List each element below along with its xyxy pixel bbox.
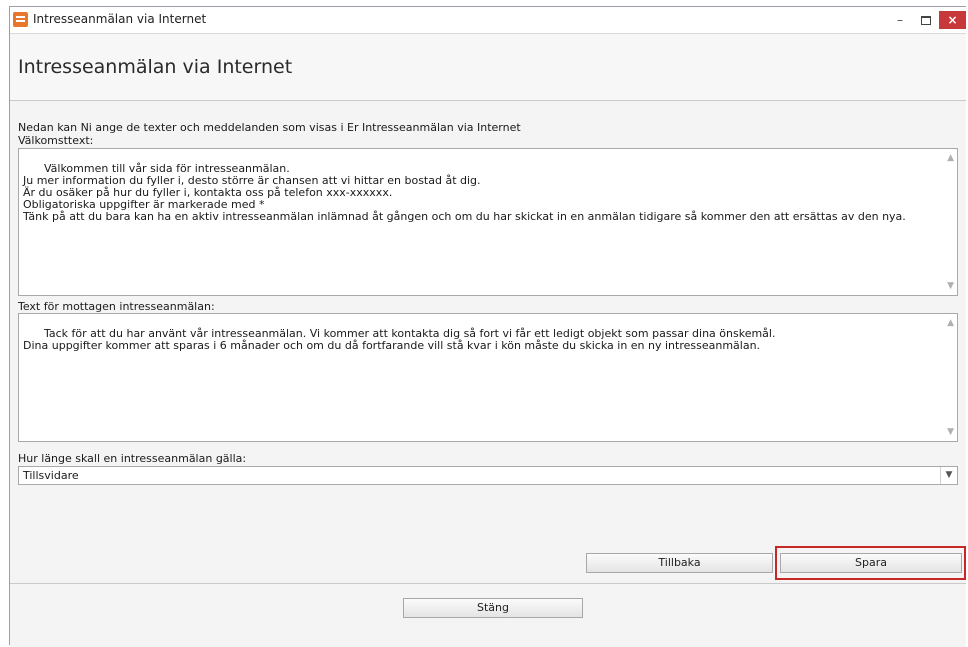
- maximize-button[interactable]: [914, 11, 938, 29]
- scroll-up-icon[interactable]: ▲: [947, 152, 954, 164]
- scroll-down-icon[interactable]: ▼: [947, 280, 954, 292]
- scroll-down-icon[interactable]: ▼: [947, 426, 954, 438]
- app-window: Intresseanmälan via Internet – × Intress…: [9, 6, 966, 647]
- back-button[interactable]: Tillbaka: [586, 553, 773, 573]
- intro-text: Nedan kan Ni ange de texter och meddelan…: [18, 121, 521, 134]
- footer: Stäng: [10, 583, 966, 647]
- welcome-text: Välkommen till vår sida för intresseanmä…: [23, 162, 906, 223]
- received-text: Tack för att du har använt vår intressea…: [23, 327, 776, 352]
- close-button[interactable]: Stäng: [403, 598, 583, 618]
- validity-value: Tillsvidare: [23, 469, 79, 482]
- chevron-down-icon[interactable]: ▼: [940, 467, 957, 484]
- scroll-up-icon[interactable]: ▲: [947, 317, 954, 329]
- validity-label: Hur länge skall en intresseanmälan gälla…: [18, 452, 247, 465]
- maximize-icon: [921, 16, 931, 25]
- welcome-textarea[interactable]: Välkommen till vår sida för intresseanmä…: [18, 148, 958, 296]
- app-icon: [13, 12, 28, 27]
- page-header: Intresseanmälan via Internet: [10, 34, 966, 101]
- received-label: Text för mottagen intresseanmälan:: [18, 300, 215, 313]
- close-window-button[interactable]: ×: [939, 11, 966, 29]
- save-button[interactable]: Spara: [780, 553, 962, 573]
- validity-select[interactable]: Tillsvidare ▼: [18, 466, 958, 485]
- welcome-label: Välkomsttext:: [18, 134, 94, 147]
- minimize-button[interactable]: –: [888, 11, 912, 29]
- form-area: Nedan kan Ni ange de texter och meddelan…: [10, 101, 966, 583]
- title-bar: Intresseanmälan via Internet – ×: [10, 7, 966, 34]
- window-title: Intresseanmälan via Internet: [33, 12, 207, 26]
- received-textarea[interactable]: Tack för att du har använt vår intressea…: [18, 313, 958, 442]
- page-title: Intresseanmälan via Internet: [18, 56, 293, 78]
